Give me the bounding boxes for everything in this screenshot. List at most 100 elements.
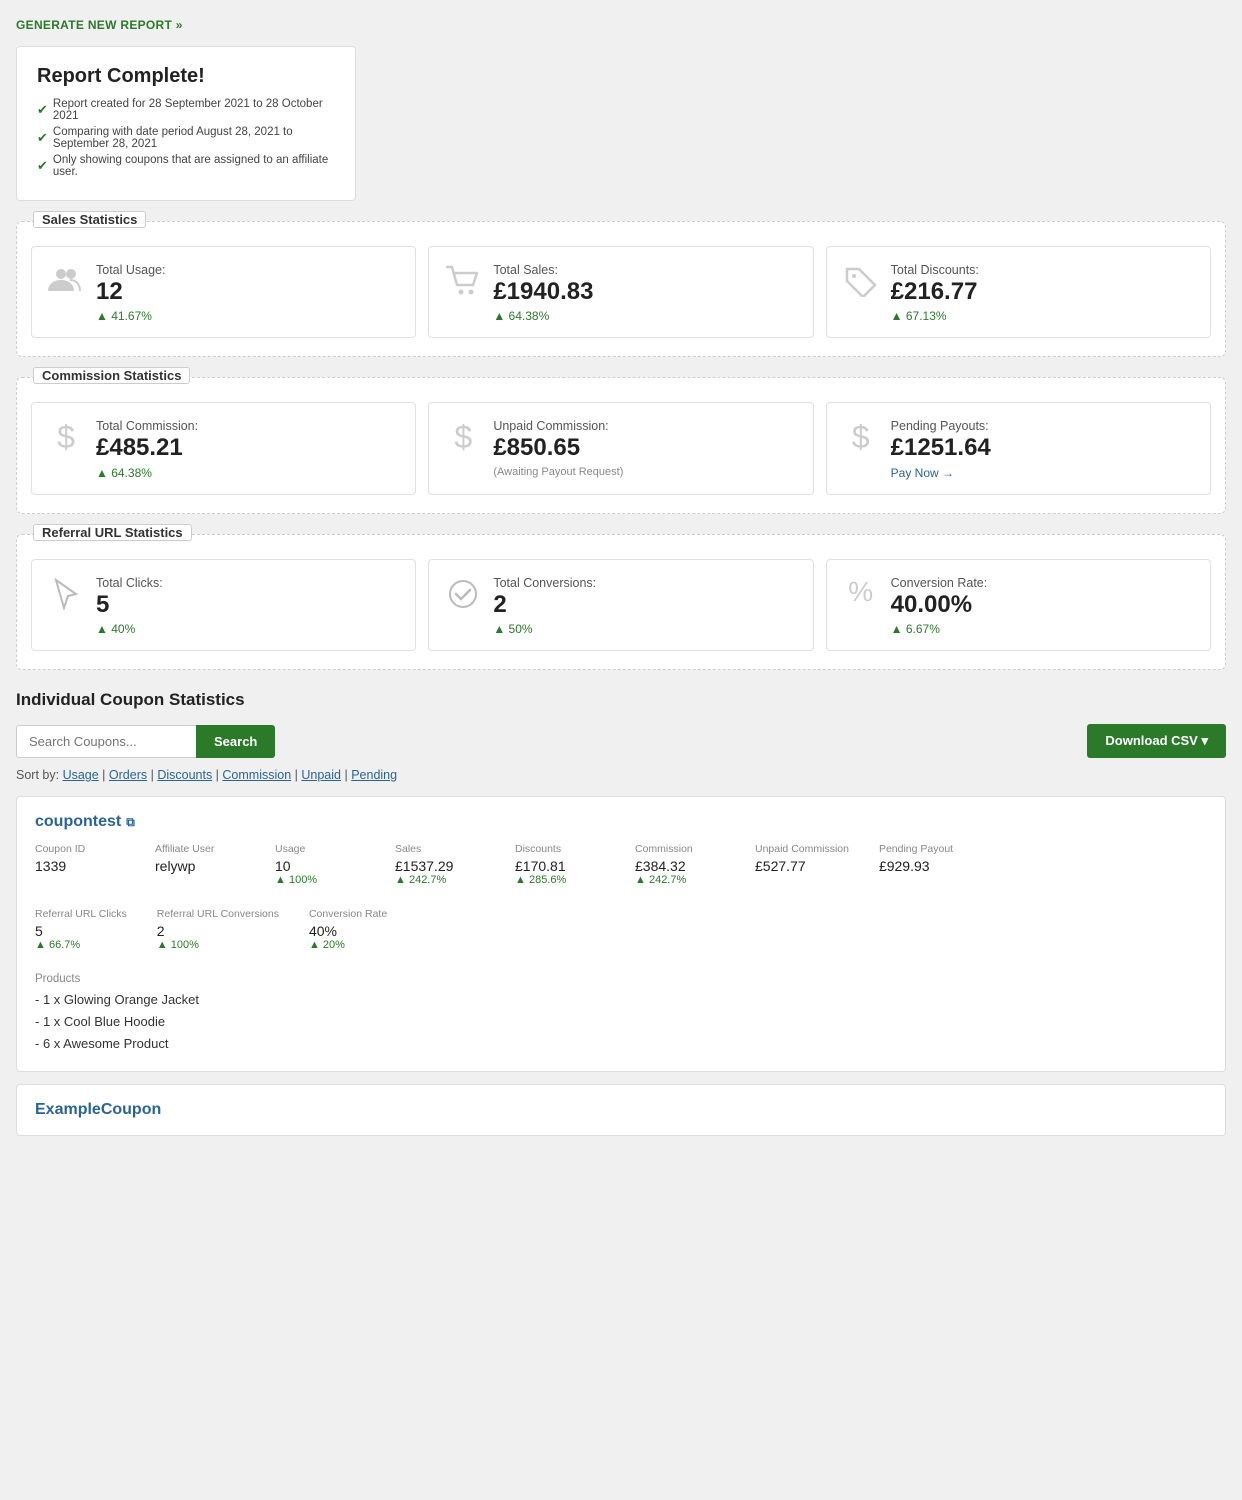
sort-commission-link[interactable]: Commission <box>222 768 291 782</box>
sales-change: ▲ 242.7% <box>395 874 485 886</box>
unpaid-commission-note: (Awaiting Payout Request) <box>493 466 623 478</box>
total-sales-card: Total Sales: £1940.83 64.38% <box>428 246 813 338</box>
partial-coupon-card: ExampleCoupon <box>16 1084 1226 1136</box>
percent-icon: % <box>843 578 879 606</box>
total-clicks-card: Total Clicks: 5 40% <box>31 559 416 651</box>
sort-orders-link[interactable]: Orders <box>109 768 147 782</box>
report-complete-title: Report Complete! <box>37 65 335 88</box>
unpaid-commission-col-value: £527.77 <box>755 858 849 874</box>
sort-usage-link[interactable]: Usage <box>63 768 99 782</box>
dollar-icon-3: $ <box>843 421 879 453</box>
conversion-rate-col-label: Conversion Rate <box>309 908 399 920</box>
sort-pending-link[interactable]: Pending <box>351 768 397 782</box>
products-label: Products <box>35 973 1207 985</box>
download-csv-button[interactable]: Download CSV ▾ <box>1087 724 1226 758</box>
users-icon <box>48 265 84 299</box>
referral-conversions-col: Referral URL Conversions 2 ▲ 100% <box>157 908 279 951</box>
partial-coupon-name: ExampleCoupon <box>35 1101 1207 1119</box>
conversion-rate-col-value: 40% <box>309 923 399 939</box>
coupon-name-link[interactable]: coupontest <box>35 813 121 831</box>
check-icon-3: ✔ <box>37 158 48 174</box>
total-clicks-change: 40% <box>96 622 163 636</box>
check-icon-2: ✔ <box>37 130 48 146</box>
search-input[interactable] <box>16 725 196 758</box>
search-button[interactable]: Search <box>196 725 275 758</box>
sales-statistics-title: Sales Statistics <box>33 211 146 228</box>
total-sales-label: Total Sales: <box>493 263 593 277</box>
report-complete-box: Report Complete! ✔ Report created for 28… <box>16 46 356 201</box>
pending-payout-col-value: £929.93 <box>879 858 969 874</box>
referral-stats-grid: Total Clicks: 5 40% Total Conversions: 2 <box>31 559 1211 651</box>
conversion-rate-col: Conversion Rate 40% ▲ 20% <box>309 908 399 951</box>
total-discounts-value: £216.77 <box>891 279 979 305</box>
total-conversions-value: 2 <box>493 592 596 618</box>
product-item-3: - 6 x Awesome Product <box>35 1033 1207 1055</box>
product-item-1: - 1 x Glowing Orange Jacket <box>35 989 1207 1011</box>
conversion-rate-col-change: ▲ 20% <box>309 939 399 951</box>
coupon-id-label: Coupon ID <box>35 843 125 855</box>
affiliate-user-col: Affiliate User relywp <box>155 843 245 886</box>
commission-statistics-title: Commission Statistics <box>33 367 190 384</box>
referral-clicks-label: Referral URL Clicks <box>35 908 127 920</box>
product-item-2: - 1 x Cool Blue Hoodie <box>35 1011 1207 1033</box>
generate-report-link[interactable]: GENERATE NEW REPORT » <box>16 18 183 32</box>
total-commission-label: Total Commission: <box>96 419 198 433</box>
usage-change: ▲ 100% <box>275 874 365 886</box>
unpaid-commission-col-label: Unpaid Commission <box>755 843 849 855</box>
coupon-id-value: 1339 <box>35 858 125 874</box>
external-link-icon: ⧉ <box>126 815 135 830</box>
commission-col: Commission £384.32 ▲ 242.7% <box>635 843 725 886</box>
report-line-2: ✔ Comparing with date period August 28, … <box>37 126 335 150</box>
referral-clicks-change: ▲ 66.7% <box>35 939 127 951</box>
usage-label: Usage <box>275 843 365 855</box>
total-clicks-label: Total Clicks: <box>96 576 163 590</box>
sales-stats-grid: Total Usage: 12 41.67% Total Sales: £1 <box>31 246 1211 338</box>
unpaid-commission-label: Unpaid Commission: <box>493 419 623 433</box>
affiliate-user-label: Affiliate User <box>155 843 245 855</box>
commission-statistics-section: Commission Statistics $ Total Commission… <box>16 377 1226 513</box>
referral-clicks-col: Referral URL Clicks 5 ▲ 66.7% <box>35 908 127 951</box>
commission-change: ▲ 242.7% <box>635 874 725 886</box>
total-clicks-value: 5 <box>96 592 163 618</box>
unpaid-commission-value: £850.65 <box>493 435 623 461</box>
sales-col: Sales £1537.29 ▲ 242.7% <box>395 843 485 886</box>
affiliate-user-value: relywp <box>155 858 245 874</box>
search-left: Search <box>16 725 275 758</box>
cursor-icon <box>48 578 84 616</box>
total-sales-change: 64.38% <box>493 309 593 323</box>
total-commission-card: $ Total Commission: £485.21 64.38% <box>31 402 416 494</box>
search-row: Search Download CSV ▾ <box>16 724 1226 758</box>
pending-payouts-value: £1251.64 <box>891 435 991 461</box>
coupon-url-row: Referral URL Clicks 5 ▲ 66.7% Referral U… <box>35 908 1207 959</box>
total-commission-value: £485.21 <box>96 435 198 461</box>
total-conversions-change: 50% <box>493 622 596 636</box>
products-section: Products - 1 x Glowing Orange Jacket - 1… <box>35 973 1207 1055</box>
check-icon-1: ✔ <box>37 102 48 118</box>
pay-now-link[interactable]: Pay Now → <box>891 466 954 480</box>
conversion-rate-change: 6.67% <box>891 622 988 636</box>
usage-value: 10 <box>275 858 365 874</box>
usage-col: Usage 10 ▲ 100% <box>275 843 365 886</box>
commission-value: £384.32 <box>635 858 725 874</box>
conversion-rate-label: Conversion Rate: <box>891 576 988 590</box>
total-commission-change: 64.38% <box>96 466 198 480</box>
report-line-3: ✔ Only showing coupons that are assigned… <box>37 154 335 178</box>
discounts-value: £170.81 <box>515 858 605 874</box>
individual-coupon-section: Individual Coupon Statistics Search Down… <box>16 690 1226 1136</box>
total-discounts-label: Total Discounts: <box>891 263 979 277</box>
referral-clicks-value: 5 <box>35 923 127 939</box>
total-discounts-card: Total Discounts: £216.77 67.13% <box>826 246 1211 338</box>
sort-by-label: Sort by: <box>16 768 59 782</box>
conversion-rate-value: 40.00% <box>891 592 988 618</box>
sort-unpaid-link[interactable]: Unpaid <box>301 768 341 782</box>
total-discounts-change: 67.13% <box>891 309 979 323</box>
sort-discounts-link[interactable]: Discounts <box>157 768 212 782</box>
unpaid-commission-card: $ Unpaid Commission: £850.65 (Awaiting P… <box>428 402 813 494</box>
products-list: - 1 x Glowing Orange Jacket - 1 x Cool B… <box>35 989 1207 1055</box>
sort-row: Sort by: Usage | Orders | Discounts | Co… <box>16 768 1226 782</box>
referral-statistics-section: Referral URL Statistics Total Clicks: 5 … <box>16 534 1226 670</box>
pending-payout-col-label: Pending Payout <box>879 843 969 855</box>
coupon-card-coupontest: coupontest ⧉ Coupon ID 1339 Affiliate Us… <box>16 796 1226 1072</box>
pending-payout-col: Pending Payout £929.93 <box>879 843 969 886</box>
sales-statistics-section: Sales Statistics Total Usage: 12 41.67% <box>16 221 1226 357</box>
